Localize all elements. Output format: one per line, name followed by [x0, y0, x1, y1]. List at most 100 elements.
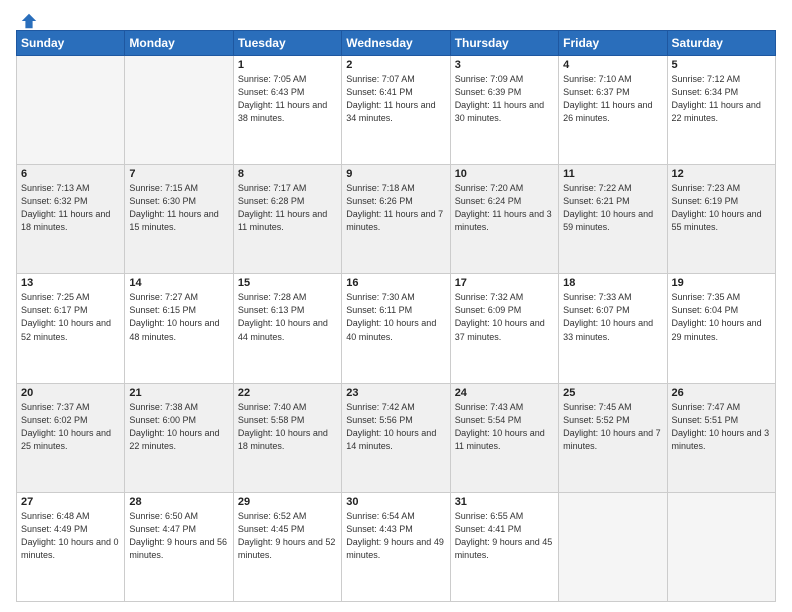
day-info: Sunrise: 7:42 AM Sunset: 5:56 PM Dayligh…	[346, 401, 445, 453]
calendar-header-sunday: Sunday	[17, 31, 125, 56]
calendar-cell: 17 Sunrise: 7:32 AM Sunset: 6:09 PM Dayli…	[450, 274, 558, 383]
day-info: Sunrise: 7:47 AM Sunset: 5:51 PM Dayligh…	[672, 401, 771, 453]
day-number: 3	[455, 59, 554, 71]
calendar-cell: 25 Sunrise: 7:45 AM Sunset: 5:52 PM Dayli…	[559, 383, 667, 492]
calendar-week-row: 13Sunrise: 7:25 AM Sunset: 6:17 PM Dayli…	[17, 274, 776, 383]
day-number: 11	[563, 168, 662, 180]
calendar-cell: 19 Sunrise: 7:35 AM Sunset: 6:04 PM Dayli…	[667, 274, 775, 383]
day-info: Sunrise: 7:27 AM Sunset: 6:15 PM Dayligh…	[129, 291, 228, 343]
day-number: 15	[238, 277, 337, 289]
day-number: 13	[21, 277, 120, 289]
calendar-cell	[125, 56, 233, 165]
calendar-cell: 27 Sunrise: 6:48 AM Sunset: 4:49 PM Dayli…	[17, 492, 125, 601]
day-number: 22	[238, 387, 337, 399]
calendar-cell: 8 Sunrise: 7:17 AM Sunset: 6:28 PM Daylig…	[233, 165, 341, 274]
day-info: Sunrise: 7:45 AM Sunset: 5:52 PM Dayligh…	[563, 401, 662, 453]
calendar-cell: 7 Sunrise: 7:15 AM Sunset: 6:30 PM Daylig…	[125, 165, 233, 274]
calendar-cell: 22 Sunrise: 7:40 AM Sunset: 5:58 PM Dayli…	[233, 383, 341, 492]
calendar-cell: 21 Sunrise: 7:38 AM Sunset: 6:00 PM Dayli…	[125, 383, 233, 492]
day-number: 8	[238, 168, 337, 180]
calendar-header-saturday: Saturday	[667, 31, 775, 56]
day-number: 18	[563, 277, 662, 289]
day-number: 16	[346, 277, 445, 289]
day-number: 17	[455, 277, 554, 289]
calendar-week-row: 20 Sunrise: 7:37 AM Sunset: 6:02 PM Dayli…	[17, 383, 776, 492]
calendar-header-friday: Friday	[559, 31, 667, 56]
calendar-week-row: 27 Sunrise: 6:48 AM Sunset: 4:49 PM Dayli…	[17, 492, 776, 601]
day-info: Sunrise: 7:37 AM Sunset: 6:02 PM Dayligh…	[21, 401, 120, 453]
calendar-cell: 18 Sunrise: 7:33 AM Sunset: 6:07 PM Dayli…	[559, 274, 667, 383]
day-info: Sunrise: 7:40 AM Sunset: 5:58 PM Dayligh…	[238, 401, 337, 453]
day-info: Sunrise: 6:55 AM Sunset: 4:41 PM Dayligh…	[455, 510, 554, 562]
day-info: Sunrise: 6:50 AM Sunset: 4:47 PM Dayligh…	[129, 510, 228, 562]
calendar-cell	[667, 492, 775, 601]
calendar-cell: 15Sunrise: 7:28 AM Sunset: 6:13 PM Dayli…	[233, 274, 341, 383]
calendar-cell: 16 Sunrise: 7:30 AM Sunset: 6:11 PM Dayli…	[342, 274, 450, 383]
day-info: Sunrise: 7:38 AM Sunset: 6:00 PM Dayligh…	[129, 401, 228, 453]
calendar-cell: 29 Sunrise: 6:52 AM Sunset: 4:45 PM Dayli…	[233, 492, 341, 601]
day-number: 9	[346, 168, 445, 180]
day-number: 25	[563, 387, 662, 399]
day-number: 26	[672, 387, 771, 399]
calendar-cell: 11 Sunrise: 7:22 AM Sunset: 6:21 PM Dayli…	[559, 165, 667, 274]
calendar-week-row: 6 Sunrise: 7:13 AM Sunset: 6:32 PM Daylig…	[17, 165, 776, 274]
calendar-cell: 13Sunrise: 7:25 AM Sunset: 6:17 PM Dayli…	[17, 274, 125, 383]
day-number: 27	[21, 496, 120, 508]
day-number: 20	[21, 387, 120, 399]
day-number: 6	[21, 168, 120, 180]
calendar-cell: 3Sunrise: 7:09 AM Sunset: 6:39 PM Daylig…	[450, 56, 558, 165]
day-number: 12	[672, 168, 771, 180]
page: SundayMondayTuesdayWednesdayThursdayFrid…	[0, 0, 792, 612]
day-info: Sunrise: 6:48 AM Sunset: 4:49 PM Dayligh…	[21, 510, 120, 562]
header	[16, 12, 776, 26]
calendar-cell	[17, 56, 125, 165]
calendar-table: SundayMondayTuesdayWednesdayThursdayFrid…	[16, 30, 776, 602]
day-info: Sunrise: 6:52 AM Sunset: 4:45 PM Dayligh…	[238, 510, 337, 562]
calendar-cell: 24 Sunrise: 7:43 AM Sunset: 5:54 PM Dayli…	[450, 383, 558, 492]
calendar-header-monday: Monday	[125, 31, 233, 56]
calendar-cell: 14 Sunrise: 7:27 AM Sunset: 6:15 PM Dayli…	[125, 274, 233, 383]
calendar-cell: 31 Sunrise: 6:55 AM Sunset: 4:41 PM Dayli…	[450, 492, 558, 601]
day-number: 19	[672, 277, 771, 289]
day-info: Sunrise: 6:54 AM Sunset: 4:43 PM Dayligh…	[346, 510, 445, 562]
day-info: Sunrise: 7:15 AM Sunset: 6:30 PM Dayligh…	[129, 182, 228, 234]
day-info: Sunrise: 7:22 AM Sunset: 6:21 PM Dayligh…	[563, 182, 662, 234]
day-number: 7	[129, 168, 228, 180]
day-info: Sunrise: 7:20 AM Sunset: 6:24 PM Dayligh…	[455, 182, 554, 234]
day-info: Sunrise: 7:33 AM Sunset: 6:07 PM Dayligh…	[563, 291, 662, 343]
day-number: 29	[238, 496, 337, 508]
calendar-cell: 10Sunrise: 7:20 AM Sunset: 6:24 PM Dayli…	[450, 165, 558, 274]
day-info: Sunrise: 7:13 AM Sunset: 6:32 PM Dayligh…	[21, 182, 120, 234]
day-info: Sunrise: 7:05 AM Sunset: 6:43 PM Dayligh…	[238, 73, 337, 125]
day-number: 30	[346, 496, 445, 508]
calendar-header-row: SundayMondayTuesdayWednesdayThursdayFrid…	[17, 31, 776, 56]
calendar-header-wednesday: Wednesday	[342, 31, 450, 56]
day-number: 14	[129, 277, 228, 289]
logo	[16, 12, 38, 26]
calendar-cell: 26 Sunrise: 7:47 AM Sunset: 5:51 PM Dayli…	[667, 383, 775, 492]
day-info: Sunrise: 7:35 AM Sunset: 6:04 PM Dayligh…	[672, 291, 771, 343]
day-info: Sunrise: 7:18 AM Sunset: 6:26 PM Dayligh…	[346, 182, 445, 234]
calendar-cell: 23 Sunrise: 7:42 AM Sunset: 5:56 PM Dayli…	[342, 383, 450, 492]
calendar-week-row: 1 Sunrise: 7:05 AM Sunset: 6:43 PM Daylig…	[17, 56, 776, 165]
calendar-cell: 9 Sunrise: 7:18 AM Sunset: 6:26 PM Daylig…	[342, 165, 450, 274]
day-number: 31	[455, 496, 554, 508]
day-number: 2	[346, 59, 445, 71]
day-number: 23	[346, 387, 445, 399]
day-number: 1	[238, 59, 337, 71]
day-number: 24	[455, 387, 554, 399]
day-info: Sunrise: 7:43 AM Sunset: 5:54 PM Dayligh…	[455, 401, 554, 453]
day-info: Sunrise: 7:32 AM Sunset: 6:09 PM Dayligh…	[455, 291, 554, 343]
calendar-cell: 12Sunrise: 7:23 AM Sunset: 6:19 PM Dayli…	[667, 165, 775, 274]
logo-icon	[20, 12, 38, 30]
day-info: Sunrise: 7:07 AM Sunset: 6:41 PM Dayligh…	[346, 73, 445, 125]
day-info: Sunrise: 7:12 AM Sunset: 6:34 PM Dayligh…	[672, 73, 771, 125]
day-info: Sunrise: 7:30 AM Sunset: 6:11 PM Dayligh…	[346, 291, 445, 343]
day-number: 21	[129, 387, 228, 399]
calendar-cell	[559, 492, 667, 601]
day-info: Sunrise: 7:17 AM Sunset: 6:28 PM Dayligh…	[238, 182, 337, 234]
calendar-cell: 5 Sunrise: 7:12 AM Sunset: 6:34 PM Daylig…	[667, 56, 775, 165]
calendar-cell: 4Sunrise: 7:10 AM Sunset: 6:37 PM Daylig…	[559, 56, 667, 165]
day-number: 4	[563, 59, 662, 71]
day-number: 5	[672, 59, 771, 71]
